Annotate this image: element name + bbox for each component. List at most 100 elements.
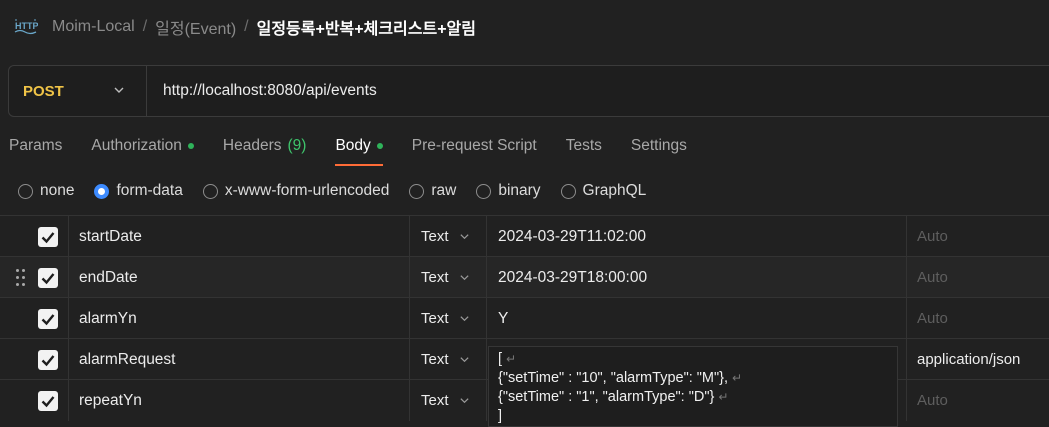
- radio-label: binary: [498, 182, 541, 199]
- chevron-down-icon: [114, 87, 124, 93]
- type-label: Text: [421, 269, 449, 286]
- tab-params[interactable]: Params: [9, 134, 62, 158]
- breadcrumb-separator: /: [244, 18, 249, 35]
- status-dot: [187, 143, 194, 149]
- chevron-down-icon: [459, 316, 469, 322]
- radio-button[interactable]: [476, 183, 492, 199]
- type-dropdown[interactable]: Text: [409, 380, 486, 421]
- body-type-urlencoded[interactable]: x-www-form-urlencoded: [202, 182, 390, 200]
- value-editor-textarea[interactable]: [↵ {"setTime" : "10", "alarmType": "M"},…: [488, 346, 898, 427]
- method-selector[interactable]: POST: [9, 66, 147, 116]
- chevron-down-icon: [459, 398, 469, 404]
- chevron-down-icon: [459, 357, 469, 363]
- editor-line: {"setTime" : "10", "alarmType": "M"}, ↵: [498, 369, 897, 388]
- check-icon: [41, 231, 55, 243]
- radio-button[interactable]: [560, 183, 576, 199]
- radio-label: none: [40, 182, 75, 199]
- body-type-form-data[interactable]: form-data: [94, 182, 183, 200]
- radio-button-checked[interactable]: [94, 183, 110, 199]
- value-cell[interactable]: 2024-03-29T18:00:00: [486, 257, 906, 298]
- editor-line-text: ]: [498, 408, 503, 424]
- radio-label: x-www-form-urlencoded: [224, 182, 390, 199]
- tab-authorization[interactable]: Authorization: [91, 134, 194, 158]
- type-label: Text: [421, 351, 449, 368]
- radio-label: form-data: [116, 182, 183, 199]
- tab-label: Tests: [565, 137, 602, 154]
- drag-handle-icon[interactable]: [16, 269, 26, 287]
- row-checkbox[interactable]: [38, 308, 58, 329]
- url-input[interactable]: http://localhost:8080/api/events: [147, 82, 377, 100]
- line-break-icon: ↵: [732, 371, 743, 385]
- content-type-cell[interactable]: Auto: [906, 216, 1049, 257]
- type-dropdown[interactable]: Text: [409, 298, 486, 339]
- body-type-graphql[interactable]: GraphQL: [560, 182, 646, 200]
- key-cell[interactable]: endDate: [68, 257, 409, 298]
- radio-button[interactable]: [18, 183, 33, 199]
- request-title[interactable]: 일정등록+반복+체크리스트+알림: [257, 15, 476, 39]
- tab-label: Body: [335, 137, 371, 154]
- breadcrumb-folder[interactable]: 일정(Event): [155, 15, 236, 39]
- table-row: startDate Text 2024-03-29T11:02:00 Auto: [0, 215, 1049, 257]
- key-cell[interactable]: startDate: [68, 216, 409, 257]
- line-break-icon: ↵: [718, 390, 729, 404]
- radio-button[interactable]: [409, 183, 425, 199]
- header-count: (9): [287, 137, 307, 154]
- value-cell[interactable]: 2024-03-29T11:02:00: [486, 216, 906, 257]
- tab-label: Params: [9, 137, 63, 154]
- editor-line: [↵: [498, 350, 897, 369]
- table-row: endDate Text 2024-03-29T18:00:00 Auto: [0, 256, 1049, 298]
- table-row: alarmYn Text Y Auto: [0, 297, 1049, 339]
- check-icon: [41, 313, 55, 325]
- tab-pre-request-script[interactable]: Pre-request Script: [412, 134, 537, 158]
- editor-line-text: [: [498, 351, 503, 367]
- breadcrumb-collection[interactable]: Moim-Local: [52, 18, 135, 36]
- type-dropdown[interactable]: Text: [409, 257, 486, 298]
- tab-label: Authorization: [91, 137, 182, 154]
- row-checkbox[interactable]: [38, 390, 58, 411]
- chevron-down-icon: [459, 234, 469, 240]
- request-tabs: Params Authorization Headers (9) Body Pre…: [9, 134, 716, 166]
- editor-line-text: {"setTime" : "1", "alarmType": "D"}: [498, 389, 715, 405]
- check-icon: [41, 272, 55, 284]
- body-type-none[interactable]: none: [18, 182, 74, 200]
- tab-label: Pre-request Script: [411, 137, 537, 154]
- check-icon: [41, 395, 55, 407]
- tab-label: Headers: [222, 137, 282, 154]
- type-label: Text: [421, 310, 449, 327]
- body-type-raw[interactable]: raw: [409, 182, 456, 200]
- tab-body[interactable]: Body: [335, 134, 383, 166]
- status-dot: [376, 143, 383, 149]
- svg-text:HTTP: HTTP: [15, 21, 38, 31]
- radio-button[interactable]: [202, 183, 218, 199]
- editor-line-text: {"setTime" : "10", "alarmType": "M"},: [498, 370, 729, 386]
- chevron-down-icon: [459, 275, 469, 281]
- row-checkbox[interactable]: [38, 349, 58, 370]
- row-checkbox[interactable]: [38, 226, 58, 247]
- request-bar: POST http://localhost:8080/api/events: [8, 65, 1049, 117]
- check-icon: [41, 354, 55, 366]
- type-label: Text: [421, 228, 449, 245]
- radio-label: raw: [431, 182, 457, 199]
- type-label: Text: [421, 392, 449, 409]
- tab-tests[interactable]: Tests: [566, 134, 602, 158]
- content-type-cell[interactable]: Auto: [906, 298, 1049, 339]
- row-checkbox[interactable]: [38, 267, 58, 288]
- content-type-cell[interactable]: Auto: [906, 257, 1049, 298]
- body-type-binary[interactable]: binary: [476, 182, 541, 200]
- key-cell[interactable]: alarmYn: [68, 298, 409, 339]
- active-tab-underline: [335, 164, 383, 166]
- editor-line: ]: [498, 407, 897, 426]
- editor-line: {"setTime" : "1", "alarmType": "D"} ↵: [498, 388, 897, 407]
- value-cell[interactable]: Y: [486, 298, 906, 339]
- tab-headers[interactable]: Headers (9): [223, 134, 307, 158]
- body-type-selector: none form-data x-www-form-urlencoded raw…: [18, 180, 666, 202]
- content-type-cell[interactable]: Auto: [906, 380, 1049, 421]
- type-dropdown[interactable]: Text: [409, 216, 486, 257]
- key-cell[interactable]: repeatYn: [68, 380, 409, 421]
- content-type-cell[interactable]: application/json: [906, 339, 1049, 380]
- key-cell[interactable]: alarmRequest: [68, 339, 409, 380]
- tab-settings[interactable]: Settings: [631, 134, 687, 158]
- tab-label: Settings: [630, 137, 687, 154]
- type-dropdown[interactable]: Text: [409, 339, 486, 380]
- http-icon: HTTP: [14, 16, 39, 38]
